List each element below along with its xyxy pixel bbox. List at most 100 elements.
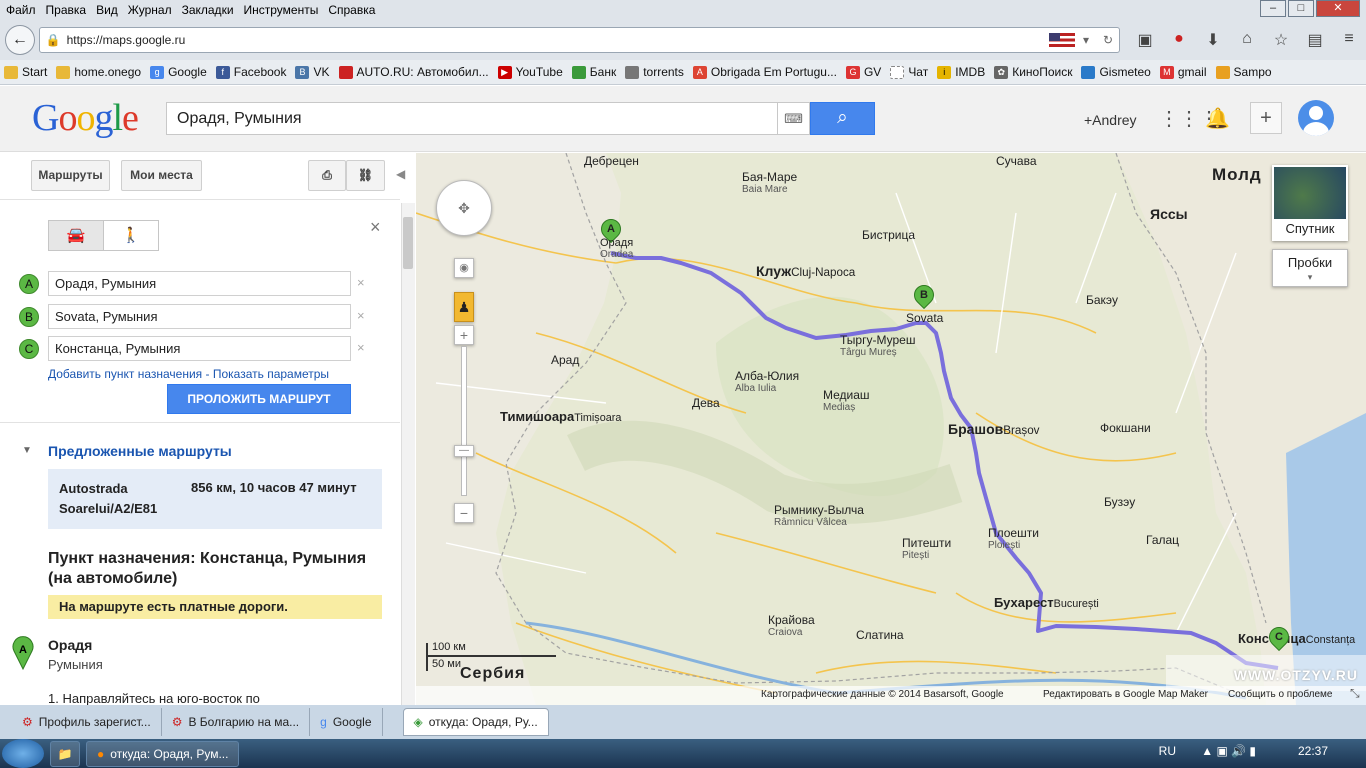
hamburger-menu-icon[interactable]: ≡ bbox=[1332, 30, 1366, 50]
menu-edit[interactable]: Правка bbox=[46, 3, 87, 17]
gear-red-icon: ⚙ bbox=[171, 715, 183, 729]
my-location-icon[interactable]: ◉ bbox=[454, 258, 474, 278]
search-button[interactable]: ⌕ bbox=[810, 102, 875, 135]
clock[interactable]: 22:37 bbox=[1298, 744, 1328, 758]
bookmark-bank[interactable]: Банк bbox=[571, 65, 616, 79]
remove-waypoint-b-icon[interactable]: × bbox=[357, 308, 365, 323]
menu-tools[interactable]: Инструменты bbox=[244, 3, 319, 17]
bookmark-vk[interactable]: B VK bbox=[295, 65, 330, 79]
notifications-bell-icon[interactable]: 🔔 bbox=[1205, 106, 1230, 131]
screen-icon[interactable]: ▣ bbox=[1128, 30, 1162, 50]
share-plus-icon[interactable]: + bbox=[1250, 102, 1282, 134]
search-input[interactable]: Орадя, Румыния bbox=[166, 102, 778, 135]
directions-panel: Маршруты Мои места ⎙ ⛓ ◀ 🚘 🚶 × A Орадя, … bbox=[0, 153, 416, 705]
show-options-link[interactable]: Показать параметры bbox=[213, 367, 329, 381]
maximize-button[interactable]: □ bbox=[1288, 0, 1314, 17]
satellite-thumbnail[interactable]: Спутник bbox=[1272, 165, 1348, 241]
menu-view[interactable]: Вид bbox=[96, 3, 118, 17]
menu-file[interactable]: Файл bbox=[6, 3, 36, 17]
bookmark-imdb[interactable]: i IMDB bbox=[937, 65, 985, 79]
zoom-in-button[interactable]: + bbox=[454, 325, 474, 345]
remove-waypoint-a-icon[interactable]: × bbox=[357, 275, 365, 290]
routes-button[interactable]: Маршруты bbox=[31, 160, 110, 191]
map-canvas[interactable]: Дебрецен Бая-Маре Baia Mare Бистрица Суча… bbox=[416, 153, 1366, 705]
address-bar[interactable]: 🔒 https://maps.google.ru ▾ ↻ bbox=[38, 27, 1120, 53]
back-button[interactable]: ← bbox=[5, 25, 35, 55]
tray-icons[interactable]: ▲ ▣ 🔊 ▮ bbox=[1201, 744, 1256, 758]
close-directions-icon[interactable]: × bbox=[370, 217, 381, 238]
minimize-button[interactable]: – bbox=[1260, 0, 1286, 17]
suggested-routes-heading[interactable]: Предложенные маршруты bbox=[48, 443, 232, 459]
home-icon[interactable]: ⌂ bbox=[1230, 30, 1264, 50]
tab-maps-active[interactable]: ◈ откуда: Орадя, Ру... bbox=[402, 708, 549, 736]
close-window-button[interactable]: ✕ bbox=[1316, 0, 1360, 17]
waypoint-c-input[interactable]: Констанца, Румыния bbox=[48, 336, 351, 361]
attribution-bar: Картографические данные © 2014 Basarsoft… bbox=[416, 686, 1366, 705]
google-logo[interactable]: Google bbox=[32, 96, 139, 140]
explorer-icon[interactable]: 📁 bbox=[50, 740, 80, 767]
tab-bulgaria[interactable]: ⚙ В Болгарию на ма... bbox=[162, 708, 311, 736]
zoom-handle[interactable]: — bbox=[454, 445, 474, 457]
waypoint-b-input[interactable]: Sovata, Румыния bbox=[48, 304, 351, 329]
traffic-layer-button[interactable]: Пробки ▾ bbox=[1272, 249, 1348, 287]
menu-help[interactable]: Справка bbox=[328, 3, 375, 17]
tab-profile[interactable]: ⚙ Профиль зарегист... bbox=[0, 708, 162, 736]
download-icon[interactable]: ⬇ bbox=[1196, 30, 1230, 50]
city-label-bistrita: Бистрица bbox=[862, 228, 915, 242]
keyboard-icon[interactable]: ⌨ bbox=[778, 102, 810, 135]
map-maker-link[interactable]: Редактировать в Google Map Maker bbox=[1043, 689, 1208, 700]
route-option[interactable]: Autostrada Soarelui/A2/E81 856 км, 10 ча… bbox=[48, 469, 382, 529]
bookmark-start[interactable]: Start bbox=[4, 65, 47, 79]
waypoint-a-input[interactable]: Орадя, Румыния bbox=[48, 271, 351, 296]
panel-scrollbar[interactable] bbox=[401, 203, 415, 705]
bookmark-sampo[interactable]: Sampo bbox=[1215, 65, 1272, 79]
start-country: Румыния bbox=[48, 657, 103, 672]
bookmark-chat[interactable]: Чат bbox=[890, 65, 928, 79]
remove-waypoint-c-icon[interactable]: × bbox=[357, 340, 365, 355]
zoom-slider[interactable] bbox=[461, 346, 467, 496]
taskbar-firefox-window[interactable]: ● откуда: Орадя, Рум... bbox=[86, 740, 240, 767]
dropdown-arrow-icon[interactable]: ▾ bbox=[1075, 33, 1097, 47]
route-distance-time: 856 км, 10 часов 47 минут bbox=[191, 480, 357, 495]
car-mode-button[interactable]: 🚘 bbox=[48, 220, 104, 251]
bookmark-google[interactable]: g Google bbox=[150, 65, 207, 79]
bookmark-facebook[interactable]: f Facebook bbox=[215, 65, 286, 79]
menu-history[interactable]: Журнал bbox=[128, 3, 172, 17]
menu-bookmarks[interactable]: Закладки bbox=[182, 3, 234, 17]
bookmark-gv[interactable]: G GV bbox=[845, 65, 881, 79]
city-label-sovata: Sovata bbox=[906, 311, 944, 325]
get-directions-button[interactable]: ПРОЛОЖИТЬ МАРШРУТ bbox=[167, 384, 351, 414]
tab-google[interactable]: g Google bbox=[310, 708, 383, 736]
bookmark-torrents[interactable]: torrents bbox=[625, 65, 684, 79]
avatar[interactable] bbox=[1298, 100, 1334, 136]
bookmark-autoru[interactable]: AUTO.RU: Автомобил... bbox=[338, 65, 489, 79]
collapse-panel-icon[interactable]: ◀ bbox=[396, 167, 405, 181]
report-problem-link[interactable]: Сообщить о проблеме bbox=[1228, 689, 1332, 700]
pan-control[interactable]: ✥ bbox=[436, 180, 492, 236]
direction-step[interactable]: 1. Направляйтесь на юго-восток по bbox=[48, 691, 260, 705]
bookmark-home-onego[interactable]: home.onego bbox=[56, 65, 141, 79]
language-indicator[interactable]: RU bbox=[1159, 744, 1176, 758]
bookmark-kinopoisk[interactable]: ✿ КиноПоиск bbox=[994, 65, 1072, 79]
link-icon[interactable]: ⛓ bbox=[346, 160, 385, 191]
bookmark-obrigada[interactable]: A Obrigada Em Portugu... bbox=[692, 65, 837, 79]
resize-icon[interactable]: ⤡ bbox=[1350, 686, 1360, 701]
add-destination-link[interactable]: Добавить пункт назначения bbox=[48, 367, 202, 381]
bookmark-youtube[interactable]: ▶ YouTube bbox=[497, 65, 563, 79]
user-profile-link[interactable]: +Andrey bbox=[1084, 112, 1137, 128]
expand-arrow-icon[interactable]: ▼ bbox=[22, 445, 32, 456]
clipboard-icon[interactable]: ▤ bbox=[1298, 30, 1332, 50]
street-view-pegman-icon[interactable]: ♟ bbox=[454, 292, 474, 322]
bookmark-gismeteo[interactable]: Gismeteo bbox=[1081, 65, 1151, 79]
bookmark-gmail[interactable]: Mgmail bbox=[1159, 65, 1207, 79]
print-icon[interactable]: ⎙ bbox=[308, 160, 346, 191]
adblock-icon[interactable]: ● bbox=[1162, 30, 1196, 50]
start-button[interactable] bbox=[2, 739, 44, 768]
walk-mode-button[interactable]: 🚶 bbox=[103, 220, 159, 251]
reload-icon[interactable]: ↻ bbox=[1097, 33, 1119, 47]
navigation-bar: ← 🔒 https://maps.google.ru ▾ ↻ ▣ ● ⬇ ⌂ ☆… bbox=[0, 20, 1366, 60]
star-icon[interactable]: ☆ bbox=[1264, 30, 1298, 50]
scroll-thumb[interactable] bbox=[403, 217, 413, 269]
zoom-out-button[interactable]: − bbox=[454, 503, 474, 523]
my-places-button[interactable]: Мои места bbox=[121, 160, 202, 191]
